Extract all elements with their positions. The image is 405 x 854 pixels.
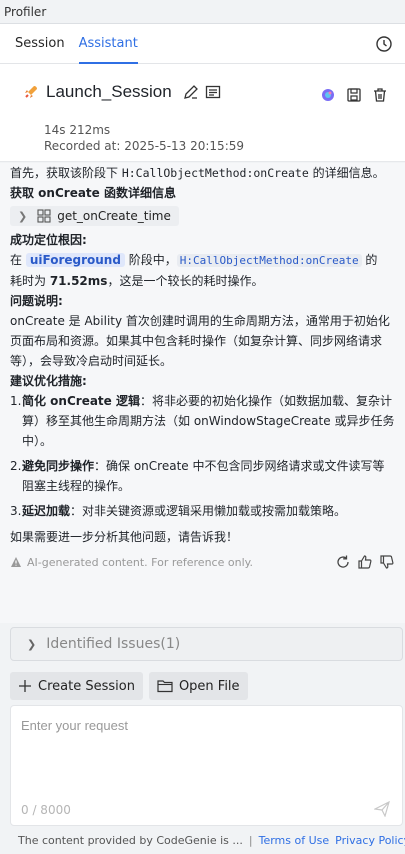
- character-counter: 0 / 8000: [21, 803, 71, 817]
- assistant-conversation: 首先，获取该阶段下 H:CallObjectMethod:onCreate 的详…: [0, 163, 405, 623]
- details-icon[interactable]: [204, 83, 222, 101]
- session-duration: 14s 212ms: [44, 123, 111, 137]
- tool-call-chip[interactable]: ❯ get_onCreate_time: [10, 206, 179, 226]
- grid-icon: [37, 209, 51, 223]
- send-icon[interactable]: [374, 801, 390, 817]
- tab-session[interactable]: Session: [15, 24, 65, 64]
- privacy-policy-link[interactable]: Privacy Policy: [335, 834, 405, 847]
- create-session-button[interactable]: Create Session: [10, 672, 143, 700]
- request-input[interactable]: [11, 706, 402, 786]
- request-input-box: 0 / 8000: [10, 705, 403, 826]
- session-recorded-time: Recorded at: 2025-5-13 20:15:59: [44, 139, 245, 153]
- plus-icon: [19, 680, 31, 692]
- thumbs-up-icon[interactable]: [357, 554, 373, 570]
- terms-of-use-link[interactable]: Terms of Use: [259, 834, 330, 847]
- root-cause-heading: 成功定位根因:: [10, 233, 87, 247]
- identified-issues-label: Identified Issues(1): [46, 636, 181, 652]
- window-title: Profiler: [0, 0, 405, 24]
- save-icon[interactable]: [345, 86, 363, 104]
- root-cause-text: 在 uiForeground 阶段中， H:CallObjectMethod:on…: [10, 253, 378, 288]
- edit-icon[interactable]: [182, 83, 200, 101]
- fetch-heading: 获取 onCreate 函数详细信息: [10, 186, 176, 200]
- warning-icon: [11, 557, 21, 567]
- problem-heading: 问题说明:: [10, 294, 63, 308]
- regenerate-icon[interactable]: [335, 554, 351, 570]
- provider-notice: The content provided by CodeGenie is ...: [18, 834, 243, 847]
- thumbs-down-icon[interactable]: [379, 554, 395, 570]
- intro-text: 首先，获取该阶段下 H:CallObjectMethod:onCreate 的详…: [10, 166, 385, 180]
- tool-call-label: get_onCreate_time: [57, 209, 171, 223]
- advice-heading: 建议优化措施:: [10, 374, 87, 388]
- tab-bar: Session Assistant: [0, 24, 405, 64]
- session-title: Launch_Session: [46, 82, 172, 101]
- ai-disclaimer: AI-generated content. For reference only…: [10, 556, 253, 569]
- rocket-icon: [25, 86, 37, 98]
- list-item: 3. 延迟加载：对非关键资源或逻辑采用懒加载或按需加载策略。: [10, 504, 347, 518]
- session-header: Launch_Session 14s 212ms Recorded at: 20…: [0, 64, 405, 162]
- chevron-right-icon: ❯: [27, 637, 37, 651]
- phase-tag: uiForeground: [25, 253, 125, 267]
- chevron-right-icon: ❯: [18, 209, 28, 223]
- advice-list: 1. 简化 onCreate 逻辑：将非必要的初始化操作（如数据加载、复杂计算）移…: [10, 391, 395, 521]
- open-file-button[interactable]: Open File: [148, 672, 248, 700]
- delete-icon[interactable]: [371, 86, 389, 104]
- closing-text: 如果需要进一步分析其他问题，请告诉我！: [10, 530, 239, 544]
- problem-text: onCreate 是 Ability 首次创建时调用的生命周期方法，通常用于初始…: [10, 314, 390, 368]
- method-tag: H:CallObjectMethod:onCreate: [176, 254, 362, 267]
- history-icon[interactable]: [375, 35, 393, 53]
- footer: The content provided by CodeGenie is ...…: [18, 834, 405, 847]
- ai-assistant-icon[interactable]: [319, 86, 337, 104]
- identified-issues-panel[interactable]: ❯ Identified Issues(1): [10, 627, 403, 661]
- list-item: 1. 简化 onCreate 逻辑：将非必要的初始化操作（如数据加载、复杂计算）移…: [10, 394, 395, 448]
- folder-icon: [157, 680, 173, 693]
- tab-assistant[interactable]: Assistant: [78, 24, 138, 64]
- list-item: 2. 避免同步操作：确保 onCreate 中不包含同步网络请求或文件读写等阻塞主…: [10, 459, 385, 493]
